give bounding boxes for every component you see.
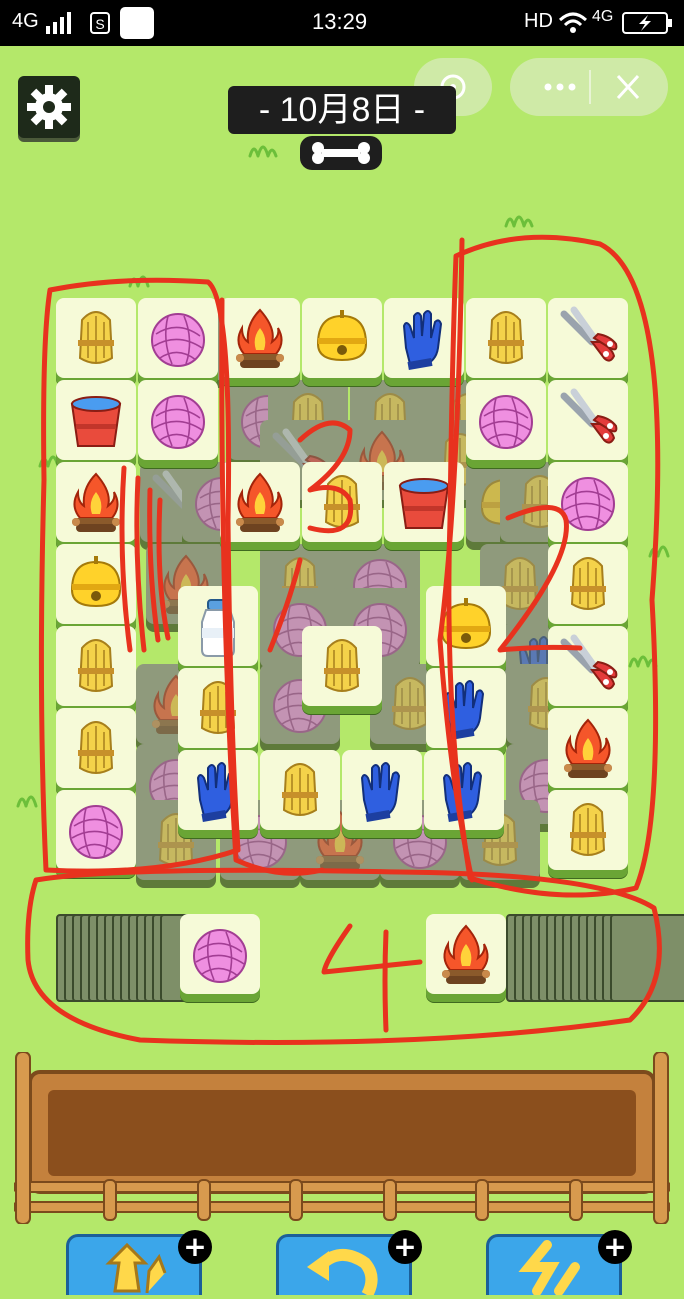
board-tile[interactable] [178, 586, 258, 666]
campfire-icon [564, 718, 612, 778]
board-tile[interactable] [548, 790, 628, 870]
board-tile[interactable] [384, 462, 464, 542]
board-tile[interactable] [424, 750, 504, 830]
wheat-icon [570, 803, 606, 856]
board-tile[interactable] [548, 462, 628, 542]
wheat-icon [78, 721, 114, 774]
board-tile[interactable] [56, 790, 136, 870]
tile-tray [13, 1051, 671, 1225]
bone-icon [312, 142, 370, 164]
board-tile[interactable] [56, 544, 136, 624]
add-remove-button[interactable]: + [598, 1230, 632, 1264]
board-tile[interactable] [138, 380, 218, 460]
board-tile[interactable] [426, 586, 506, 666]
board-tile[interactable] [178, 750, 258, 830]
wifi-icon [558, 12, 588, 33]
stack-left [56, 914, 266, 1002]
scissors-icon [560, 634, 618, 690]
capsule-graphics [544, 70, 640, 104]
settings-button[interactable] [18, 76, 80, 138]
board-tile[interactable] [138, 298, 218, 378]
glove-icon [360, 762, 401, 823]
yarn-icon [151, 395, 205, 449]
glove-icon [444, 680, 485, 741]
glove-icon [196, 762, 237, 823]
board-tile[interactable] [56, 380, 136, 460]
battery-icon [622, 12, 672, 34]
board-tile[interactable] [302, 298, 382, 378]
board-tile[interactable] [426, 668, 506, 748]
glove-icon [442, 762, 483, 823]
board-tile[interactable] [466, 298, 546, 378]
scissors-icon [560, 306, 618, 362]
wheat-icon [488, 311, 524, 364]
bone-badge [300, 136, 382, 170]
bucket-icon [398, 478, 450, 529]
board-tile[interactable] [548, 298, 628, 378]
yarn-icon [479, 395, 533, 449]
glove-icon [402, 310, 443, 371]
board-tile[interactable] [384, 298, 464, 378]
board-tile[interactable] [220, 298, 300, 378]
app-notification-icon: S [90, 12, 110, 34]
milk-bottle-icon [201, 599, 235, 657]
wheat-icon [324, 475, 360, 528]
yarn-icon [561, 477, 615, 531]
board-tile[interactable] [260, 750, 340, 830]
board-tile[interactable] [56, 708, 136, 788]
mini-program-capsule [510, 58, 668, 116]
board-tile[interactable] [548, 544, 628, 624]
svg-text:S: S [95, 16, 104, 32]
bell-icon [440, 598, 492, 650]
wheat-icon [570, 557, 606, 610]
board-tile[interactable] [56, 462, 136, 542]
network-indicator-left: 4G [12, 10, 39, 32]
hd-indicator: HD [524, 10, 553, 32]
bell-icon [70, 556, 122, 608]
scissors-icon [560, 388, 618, 444]
signal-icon [46, 12, 71, 34]
campfire-icon [236, 472, 284, 532]
board-tile[interactable] [220, 462, 300, 542]
wheat-icon [282, 763, 318, 816]
campfire-icon [442, 924, 490, 984]
stack-right [426, 914, 684, 1002]
campfire-icon [72, 472, 120, 532]
stack-top-tile[interactable] [426, 914, 506, 994]
status-bar: 4G S 13:29 HD 4G [0, 0, 684, 46]
campfire-icon [236, 308, 284, 368]
stacked-tile-back [610, 914, 684, 1002]
board-tile[interactable] [302, 626, 382, 706]
stack-top-tile[interactable] [180, 914, 260, 994]
level-date: - 10月8日 - [228, 86, 456, 134]
wheat-icon [324, 639, 360, 692]
wheat-icon [78, 311, 114, 364]
bell-icon [316, 310, 368, 362]
yarn-icon [69, 805, 123, 859]
yarn-icon [193, 929, 247, 983]
gear-icon [27, 85, 71, 129]
board-tile[interactable] [302, 462, 382, 542]
board-tile[interactable] [342, 750, 422, 830]
board-tile[interactable] [56, 626, 136, 706]
bucket-icon [70, 396, 122, 447]
close-icon [616, 74, 640, 100]
board-tile[interactable] [178, 668, 258, 748]
board-tile[interactable] [466, 380, 546, 460]
add-shuffle-button[interactable]: + [178, 1230, 212, 1264]
board-tile[interactable] [548, 380, 628, 460]
network-indicator-right: 4G [592, 8, 614, 25]
wheat-icon [200, 681, 236, 734]
app-notification-icon-2 [120, 7, 154, 39]
board-tile[interactable] [548, 626, 628, 706]
yarn-icon [151, 313, 205, 367]
more-options-icon [544, 83, 576, 91]
wheat-icon [78, 639, 114, 692]
clock: 13:29 [312, 9, 368, 34]
board-tile[interactable] [548, 708, 628, 788]
add-undo-button[interactable]: + [388, 1230, 422, 1264]
wooden-fence-tray [13, 1051, 671, 1225]
board-tile[interactable] [56, 298, 136, 378]
